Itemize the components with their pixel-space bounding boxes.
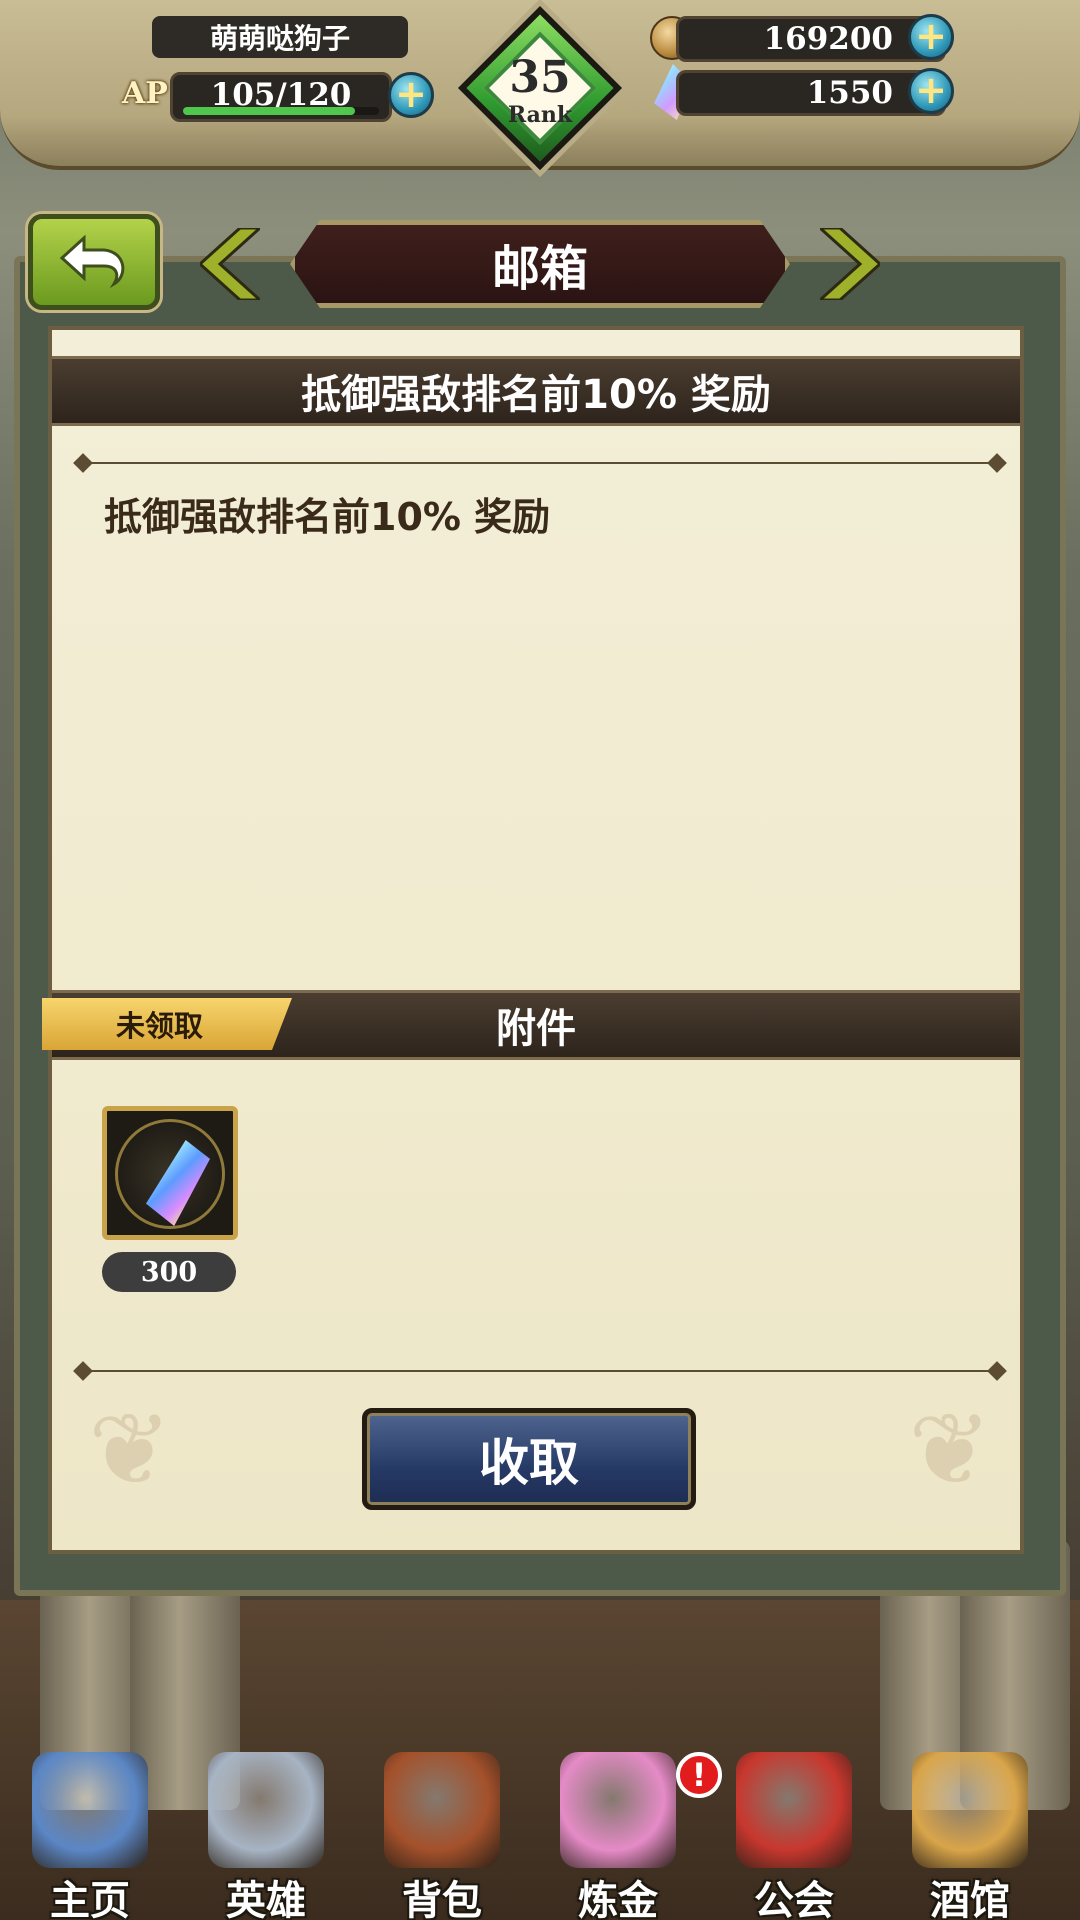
ap-fill (183, 107, 355, 115)
nav-label: 英雄 (226, 1878, 306, 1920)
add-gold-button[interactable]: + (908, 14, 954, 60)
ap-meter: 105/120 (170, 72, 392, 122)
title-chevron-right-icon (820, 228, 880, 300)
player-name: 萌萌哒狗子 (152, 16, 408, 58)
mail-body-text: 抵御强敌排名前10% 奖励 (104, 495, 551, 539)
nav-label: 主页 (50, 1878, 130, 1920)
nav-heroes[interactable]: 英雄 (186, 1740, 346, 1920)
crystal-value: 1550 (806, 75, 893, 111)
add-ap-button[interactable]: + (388, 72, 434, 118)
helmet-icon (208, 1752, 324, 1868)
rank-label: Rank (507, 102, 573, 128)
top-status-bar: 萌萌哒狗子 AP 105/120 + 35 Rank 169200 + 1550… (0, 0, 1080, 171)
nav-guild[interactable]: 公会 (714, 1740, 874, 1920)
crystal-counter: 1550 (676, 70, 946, 116)
castle-icon (32, 1752, 148, 1868)
nav-label: 公会 (754, 1878, 834, 1920)
shield-icon (736, 1752, 852, 1868)
attachments-title: 附件 (496, 1006, 576, 1052)
gold-counter: 169200 (676, 16, 946, 62)
attachment-item[interactable] (102, 1106, 238, 1240)
title-chevron-left-icon (200, 228, 260, 300)
back-button[interactable] (28, 214, 160, 310)
nav-label: 酒馆 (930, 1878, 1010, 1920)
flourish-ornament-icon: ❦ (88, 1391, 172, 1508)
rank-badge[interactable]: 35 Rank (457, 5, 623, 174)
crystal-icon (146, 1140, 210, 1226)
add-crystal-button[interactable]: + (908, 68, 954, 114)
nav-label: 背包 (402, 1878, 482, 1920)
page-title: 邮箱 (491, 241, 588, 297)
collect-button[interactable]: 收取 (362, 1408, 696, 1510)
nav-tavern[interactable]: 酒馆 (890, 1740, 1050, 1920)
nav-home[interactable]: 主页 (10, 1740, 170, 1920)
alchemy-alert-badge: ! (676, 1752, 722, 1798)
rank-value: 35 (509, 52, 571, 103)
nav-bag[interactable]: 背包 (362, 1740, 522, 1920)
beer-icon (912, 1752, 1028, 1868)
potion-icon (560, 1752, 676, 1868)
flourish-ornament-icon: ❦ (908, 1391, 992, 1508)
nav-label: 炼金 (578, 1878, 658, 1920)
divider (80, 1370, 1000, 1372)
status-badge: 未领取 (42, 998, 292, 1050)
divider (80, 462, 1000, 464)
nav-alchemy[interactable]: 炼金 (538, 1740, 698, 1920)
bag-icon (384, 1752, 500, 1868)
ap-label: AP (122, 76, 168, 111)
back-arrow-icon (59, 234, 125, 289)
gold-value: 169200 (763, 21, 893, 57)
mail-subject: 抵御强敌排名前10% 奖励 (52, 356, 1020, 426)
bottom-nav: 主页 英雄 背包 炼金 公会 酒馆 (0, 1740, 1080, 1920)
attachment-quantity: 300 (102, 1252, 236, 1292)
